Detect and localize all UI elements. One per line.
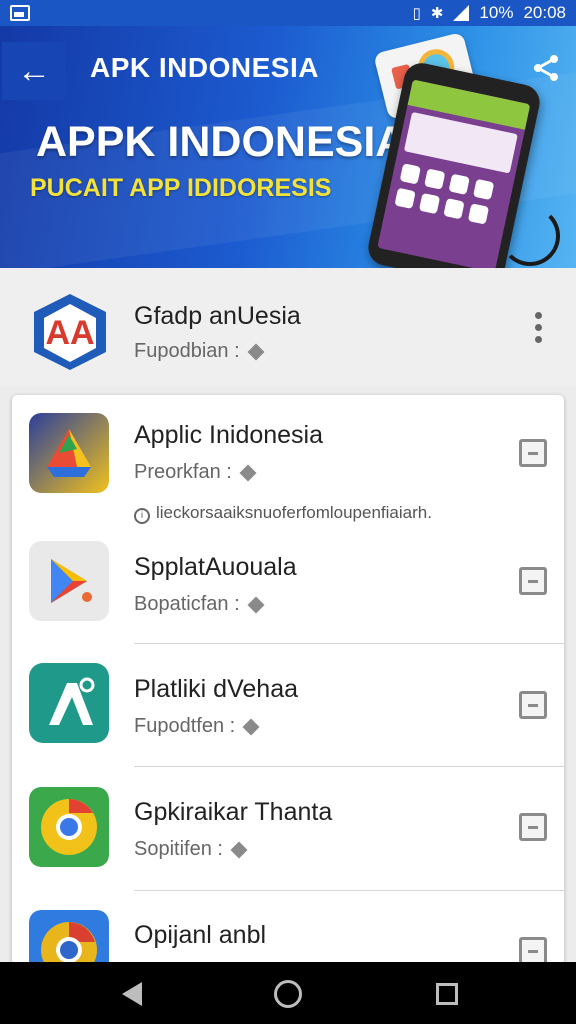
back-button[interactable]: ← <box>2 42 66 100</box>
banner-header: ← APK INDONESIA APPK INDONESIA PUCAIT AP… <box>0 26 576 268</box>
download-button[interactable] <box>519 439 547 467</box>
signal-icon <box>453 5 470 21</box>
more-options-icon[interactable] <box>532 312 544 346</box>
tag-icon <box>239 464 257 482</box>
banner-headline: APPK INDONESIA <box>36 118 407 166</box>
app-icon-drive <box>29 413 109 493</box>
divider <box>134 643 564 644</box>
nav-home-icon[interactable] <box>274 980 302 1008</box>
app-name: Opijanl anbl <box>134 921 267 949</box>
app-name: Platliki dVehaa <box>134 675 299 703</box>
toolbar-title: APK INDONESIA <box>90 52 319 83</box>
tag-icon <box>247 343 265 361</box>
battery-level: 10% <box>479 3 514 22</box>
cable-illustration <box>500 206 560 266</box>
tag-icon <box>230 841 248 859</box>
download-button[interactable] <box>519 567 547 595</box>
vibrate-icon: ▯ <box>412 5 421 22</box>
share-icon[interactable] <box>532 54 560 82</box>
download-button[interactable] <box>519 937 547 965</box>
download-button[interactable] <box>519 813 547 841</box>
clock: 20:08 <box>523 3 566 22</box>
app-info-note: i lieckorsaaiksnuoferfomloupenfiaiarh. <box>134 503 432 524</box>
arrow-left-icon: ← <box>17 51 51 90</box>
divider <box>134 890 564 891</box>
app-list: Applic Inidonesia Preorkfan : i lieckorsa… <box>12 395 564 975</box>
bluetooth-icon: ✱ <box>430 5 444 22</box>
svg-text:AA: AA <box>45 314 94 352</box>
app-icon-play <box>29 541 109 621</box>
banner-subheadline: PUCAIT APP IDIDORESIS <box>30 174 332 202</box>
navigation-bar <box>0 962 576 1024</box>
gallery-notification-icon <box>10 5 30 21</box>
info-icon: i <box>134 508 150 524</box>
app-icon-chrome <box>29 787 109 867</box>
app-subtitle: Preorkfan : <box>134 461 257 484</box>
app-name: Applic Inidonesia <box>134 421 324 449</box>
nav-back-icon[interactable] <box>122 982 142 1006</box>
app-subtitle: Fupodtfen : <box>134 715 260 738</box>
status-bar: ▯ ✱ 10% 20:08 <box>0 0 576 26</box>
app-name: Gpkiraikar Thanta <box>134 798 333 826</box>
featured-app-subtitle: Fupodbian : <box>134 340 265 363</box>
featured-app-name: Gfadp anUesia <box>134 302 301 330</box>
divider <box>134 766 564 767</box>
tag-icon <box>242 718 260 736</box>
nav-recents-icon[interactable] <box>436 983 458 1005</box>
app-name: SpplatAuouala <box>134 553 297 581</box>
app-subtitle: Sopitifen : <box>134 838 248 861</box>
featured-app-row[interactable]: AA Gfadp anUesia Fupodbian : <box>0 268 576 386</box>
app-subtitle: Bopaticfan : <box>134 593 265 616</box>
tag-icon <box>247 596 265 614</box>
featured-app-icon: AA <box>34 294 106 370</box>
app-icon-teal <box>29 663 109 743</box>
download-button[interactable] <box>519 691 547 719</box>
